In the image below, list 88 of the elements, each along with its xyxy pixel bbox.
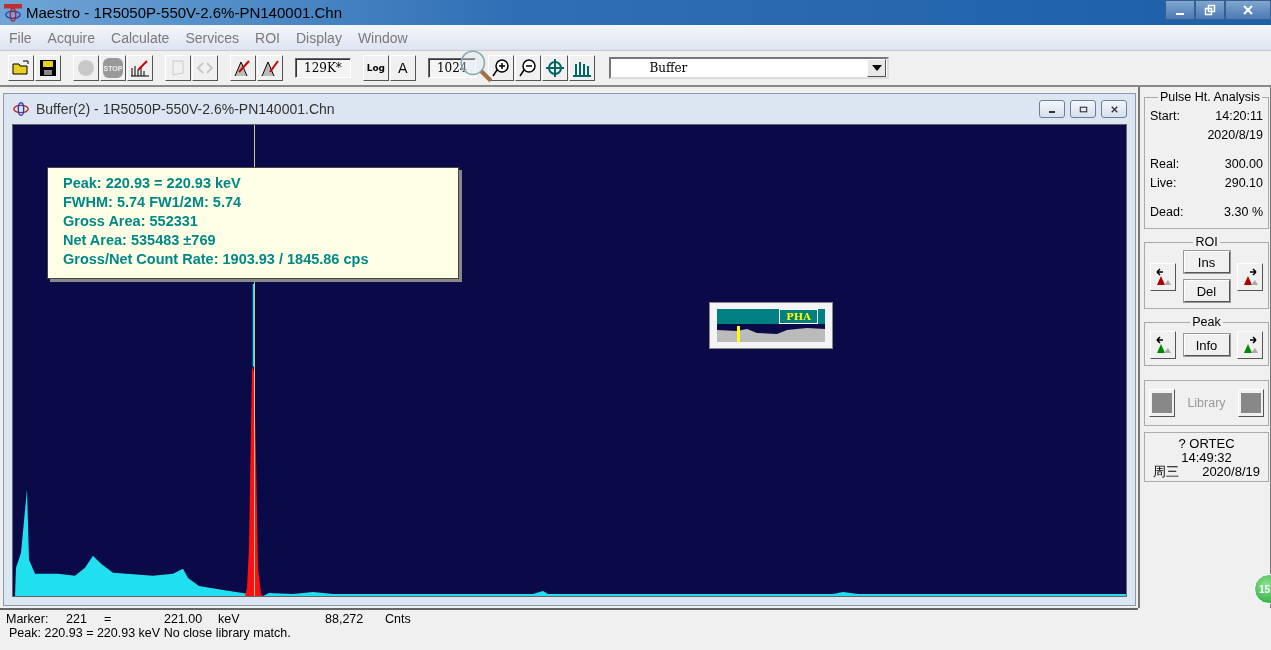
square-icon (1152, 393, 1172, 413)
peak-pencil-button[interactable] (257, 55, 283, 81)
scale-field[interactable]: 1024 (427, 58, 477, 78)
field-value: 2020/8/19 (1207, 128, 1263, 142)
clock-title: ? ORTEC (1178, 437, 1235, 451)
delete-roi-button[interactable]: Del (1183, 280, 1230, 302)
field-label: Dead: (1150, 205, 1184, 219)
minimize-button[interactable] (1039, 100, 1065, 118)
insert-roi-button[interactable]: Ins (1183, 251, 1230, 273)
detector-dropdown[interactable]: Buffer (609, 57, 890, 79)
energy-unit: keV (218, 612, 241, 626)
open-folder-button[interactable] (8, 55, 34, 81)
app-logo-icon (12, 100, 30, 118)
spectrum-overview-window[interactable]: PHA (709, 302, 833, 349)
zoom-in-button[interactable] (488, 55, 515, 81)
panel-title: ROI (1194, 235, 1219, 249)
peak-left-arrow-icon (1153, 266, 1173, 287)
equals-sign: = (104, 612, 113, 626)
menu-item[interactable]: Display (289, 29, 351, 46)
menu-item[interactable]: Services (178, 29, 249, 46)
log-button[interactable]: Log (362, 55, 389, 81)
close-button[interactable] (1225, 0, 1271, 20)
field-value: 290.10 (1224, 176, 1263, 190)
peak-pencil-button[interactable] (230, 55, 256, 81)
marker-channel: 221 (66, 612, 88, 626)
panel-title: Peak (1191, 315, 1222, 329)
clock-time: 14:49:32 (1181, 451, 1232, 465)
marker-energy: 221.00 (164, 612, 204, 626)
close-button[interactable] (1101, 100, 1127, 118)
chart-pencil-button[interactable] (127, 55, 153, 81)
menu-item[interactable]: Window (350, 29, 417, 46)
peak-info-line: FWHM: 5.74 FW1/2M: 5.74 (63, 193, 243, 212)
marker-label: Marker: (6, 612, 50, 626)
zoom-out-button[interactable] (515, 55, 542, 81)
counts-display: 129K* (295, 58, 351, 78)
restore-button[interactable] (1195, 0, 1225, 20)
peak-pencil-icon (233, 58, 253, 78)
peak-info-line: Gross/Net Count Rate: 1903.93 / 1845.86 cps (63, 250, 370, 269)
previous-roi-button[interactable] (1150, 262, 1176, 291)
field-value: 300.00 (1224, 157, 1263, 171)
zoom-out-icon (518, 58, 539, 78)
peak-status-text: Peak: 220.93 = 220.93 keV No close library match. (8, 626, 292, 640)
peak-info-line: Gross Area: 552331 (63, 212, 199, 231)
library-label: Library (1187, 396, 1226, 410)
menu-item[interactable]: Acquire (40, 29, 105, 46)
peak-left-arrow-icon (1153, 335, 1173, 355)
buffer-window-title: Buffer(2) - 1R5050P-550V-2.6%-PN140001.Chn (36, 101, 335, 117)
field-label: Real: (1150, 157, 1180, 171)
panel-title: Pulse Ht. Analysis (1159, 90, 1262, 104)
next-roi-button[interactable] (1237, 262, 1263, 291)
marker-counts: 88,272 (325, 612, 365, 626)
overview-label: PHA (779, 309, 818, 324)
auto-button[interactable]: A (389, 55, 416, 81)
zoom-in-icon (491, 58, 512, 78)
previous-peak-button[interactable] (1150, 331, 1176, 359)
clock-date: 2020/8/19 (1202, 465, 1260, 479)
minimize-icon (1049, 111, 1055, 113)
menu-item[interactable]: Calculate (104, 29, 179, 46)
field-value: 3.30 % (1224, 205, 1263, 219)
menu-item[interactable]: ROI (248, 29, 289, 46)
bars-button[interactable] (569, 55, 596, 81)
next-peak-button[interactable] (1237, 331, 1263, 359)
peak-info-button[interactable]: Info (1183, 334, 1230, 356)
crosshair-button[interactable] (542, 55, 569, 81)
minimize-button[interactable] (1165, 0, 1195, 20)
peak-pencil-icon (260, 58, 280, 78)
window-title: Maestro - 1R5050P-550V-2.6%-PN140001.Chn (26, 4, 343, 21)
restore-icon (1204, 4, 1216, 16)
peak-info-line: Net Area: 535483 ±769 (63, 231, 217, 250)
chart-pencil-icon (130, 58, 150, 78)
caret-icon (871, 65, 882, 71)
maximize-button[interactable] (1070, 100, 1096, 118)
field-label: Live: (1150, 176, 1177, 190)
crosshair-icon (545, 58, 566, 78)
library-next-button[interactable] (1238, 389, 1264, 417)
weekday-label: 周三 (1153, 465, 1179, 479)
save-button[interactable] (35, 55, 61, 81)
menu-item[interactable]: File (2, 29, 41, 46)
field-label: Start: (1150, 109, 1180, 123)
field-value: 14:20:11 (1215, 109, 1263, 123)
circle-icon (76, 58, 96, 78)
folder-icon (11, 58, 31, 78)
peak-info-line: Peak: 220.93 = 220.93 keV (63, 174, 242, 193)
app-logo-icon (4, 3, 22, 22)
square-icon (1241, 393, 1261, 413)
close-icon (1242, 4, 1254, 16)
counts-unit: Cnts (385, 612, 411, 626)
minimize-icon (1176, 13, 1184, 15)
